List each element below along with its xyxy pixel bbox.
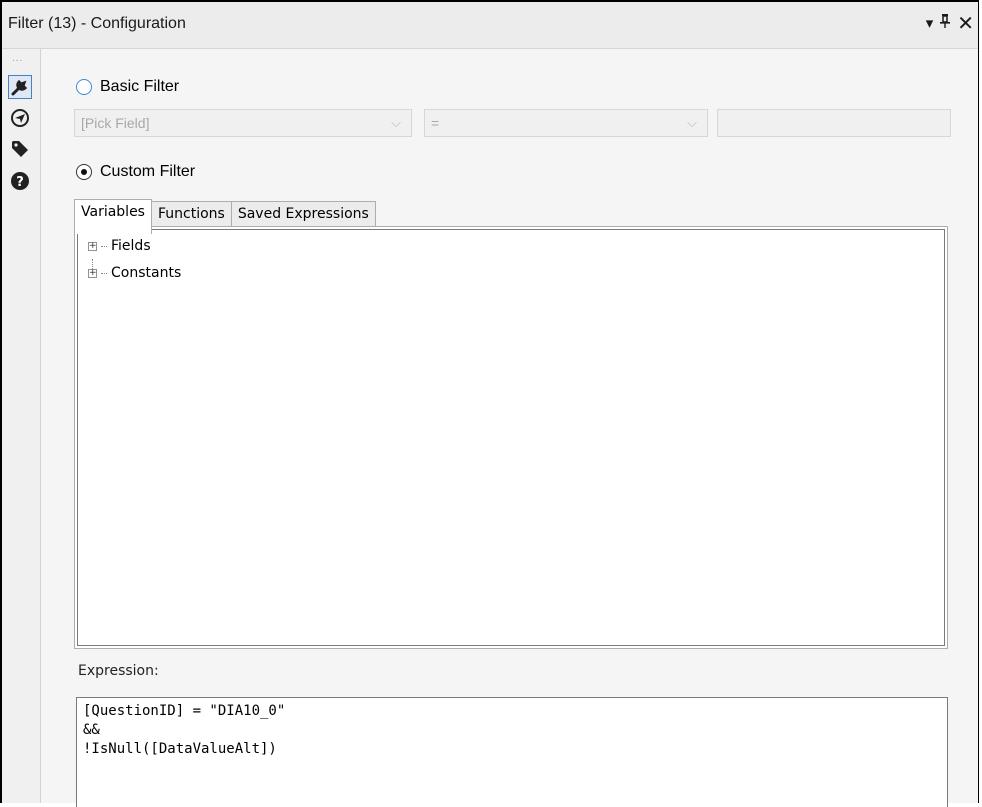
- operator-value: =: [431, 115, 440, 131]
- filter-value-input[interactable]: [717, 109, 951, 137]
- tree-connector: [101, 272, 107, 274]
- custom-filter-radio[interactable]: [76, 164, 92, 180]
- window-title: Filter (13) - Configuration: [8, 15, 186, 32]
- grip-handle[interactable]: ...: [12, 53, 23, 64]
- configuration-panel: Basic Filter [Pick Field] ⌵ = ⌵ Custom F…: [41, 49, 978, 807]
- custom-filter-option[interactable]: Custom Filter: [76, 163, 195, 181]
- variables-tree-panel: + Fields + Constants: [74, 226, 948, 649]
- basic-filter-option[interactable]: Basic Filter: [76, 78, 179, 96]
- help-icon[interactable]: ?: [8, 169, 32, 193]
- expand-icon[interactable]: +: [88, 241, 97, 251]
- close-icon[interactable]: ✕: [957, 14, 974, 34]
- pick-field-select[interactable]: [Pick Field] ⌵: [74, 109, 412, 137]
- tree-node-label: Constants: [111, 265, 182, 281]
- dropdown-arrow-icon[interactable]: ▾: [926, 14, 934, 34]
- custom-filter-label: Custom Filter: [100, 163, 196, 180]
- operator-select[interactable]: = ⌵: [424, 109, 708, 137]
- expression-label: Expression:: [78, 663, 159, 679]
- window-controls: ▾ ✕: [926, 13, 974, 35]
- expand-icon[interactable]: +: [88, 268, 97, 278]
- tab-variables[interactable]: Variables: [74, 199, 152, 234]
- tree-connector: [101, 245, 107, 247]
- pin-icon[interactable]: [939, 13, 951, 35]
- expression-tabs: Variables Functions Saved Expressions: [74, 199, 376, 234]
- wrench-icon[interactable]: [8, 75, 32, 99]
- tool-sidebar: ... ?: [2, 49, 41, 803]
- tree-node-constants[interactable]: + Constants: [88, 265, 181, 281]
- basic-filter-radio[interactable]: [76, 79, 92, 95]
- navigation-icon[interactable]: [8, 106, 32, 130]
- chevron-down-icon: ⌵: [391, 115, 401, 130]
- tree-node-label: Fields: [111, 238, 151, 254]
- chevron-down-icon: ⌵: [687, 115, 697, 130]
- tree-node-fields[interactable]: + Fields: [88, 238, 151, 254]
- pick-field-value: [Pick Field]: [81, 115, 150, 131]
- variables-tree[interactable]: + Fields + Constants: [77, 229, 945, 646]
- svg-text:?: ?: [16, 175, 24, 190]
- expression-editor[interactable]: [QuestionID] = "DIA10_0" && !IsNull([Dat…: [76, 697, 948, 807]
- tag-icon[interactable]: [8, 137, 32, 161]
- title-bar: Filter (13) - Configuration ▾ ✕: [2, 2, 978, 49]
- basic-filter-label: Basic Filter: [100, 78, 180, 95]
